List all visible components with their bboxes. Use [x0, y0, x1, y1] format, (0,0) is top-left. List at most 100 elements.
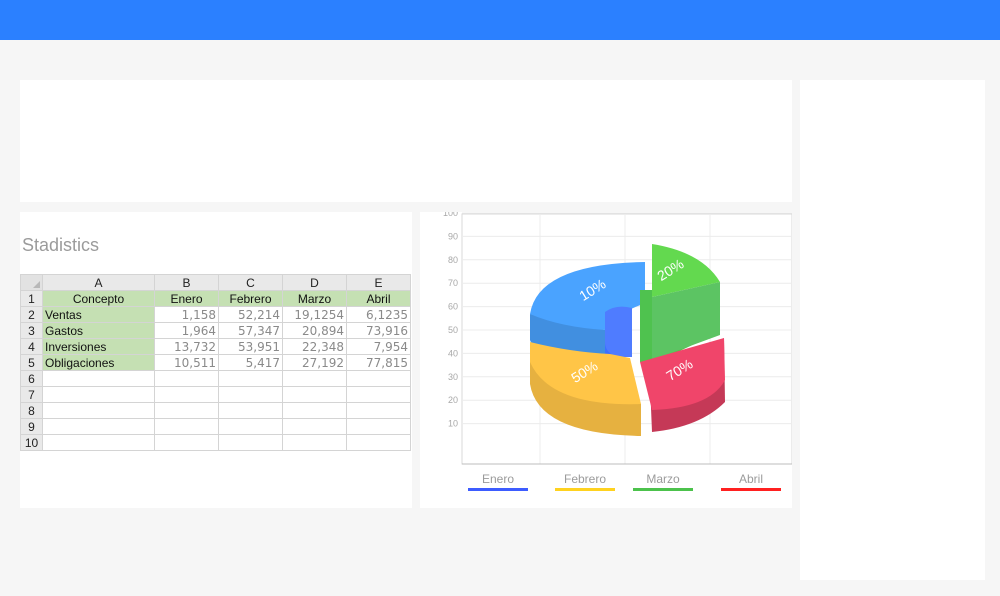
row-header[interactable]: 8 [20, 402, 43, 419]
empty-cell[interactable] [346, 386, 411, 403]
cell-label[interactable]: Gastos [42, 322, 155, 339]
legend-label: Enero [482, 472, 514, 486]
cell-value[interactable]: 57,347 [218, 322, 283, 339]
cell-header-marzo[interactable]: Marzo [282, 290, 347, 307]
y-tick-label: 70 [448, 278, 458, 288]
empty-cell[interactable] [42, 386, 155, 403]
cell-header-concepto[interactable]: Concepto [42, 290, 155, 307]
cell-header-enero[interactable]: Enero [154, 290, 219, 307]
empty-cell[interactable] [282, 434, 347, 451]
empty-cell[interactable] [218, 402, 283, 419]
chart-legend: Enero Febrero Marzo Abril [468, 472, 781, 491]
row-header[interactable]: 2 [20, 306, 43, 323]
y-tick-label: 100 [443, 212, 458, 218]
empty-cell[interactable] [42, 434, 155, 451]
table-row: 3 Gastos 1,964 57,347 20,894 73,916 [20, 322, 411, 339]
cell-value[interactable]: 20,894 [282, 322, 347, 339]
cell-value[interactable]: 1,158 [154, 306, 219, 323]
y-tick-label: 30 [448, 372, 458, 382]
column-header-c[interactable]: C [218, 274, 283, 291]
y-tick-label: 10 [448, 419, 458, 429]
table-row: 6 [20, 370, 411, 387]
legend-label: Abril [739, 472, 763, 486]
cell-value[interactable]: 19,1254 [282, 306, 347, 323]
select-all-corner[interactable] [20, 274, 43, 291]
cell-value[interactable]: 7,954 [346, 338, 411, 355]
cell-value[interactable]: 6,1235 [346, 306, 411, 323]
empty-cell[interactable] [218, 434, 283, 451]
spreadsheet-table: A B C D E 1 Concepto Enero Febrero Marzo… [20, 274, 411, 451]
empty-cell[interactable] [154, 434, 219, 451]
empty-cell[interactable] [42, 370, 155, 387]
column-header-e[interactable]: E [346, 274, 411, 291]
slice-center-enero [605, 306, 632, 357]
row-header[interactable]: 7 [20, 386, 43, 403]
cell-value[interactable]: 10,511 [154, 354, 219, 371]
row-header[interactable]: 9 [20, 418, 43, 435]
row-header[interactable]: 5 [20, 354, 43, 371]
cell-value[interactable]: 53,951 [218, 338, 283, 355]
row-header[interactable]: 4 [20, 338, 43, 355]
empty-cell[interactable] [218, 386, 283, 403]
row-header[interactable]: 3 [20, 322, 43, 339]
cell-header-abril[interactable]: Abril [346, 290, 411, 307]
legend-swatch [468, 488, 528, 491]
table-row: 2 Ventas 1,158 52,214 19,1254 6,1235 [20, 306, 411, 323]
table-row: 8 [20, 402, 411, 419]
empty-cell[interactable] [282, 418, 347, 435]
empty-cell[interactable] [346, 402, 411, 419]
empty-cell[interactable] [154, 402, 219, 419]
y-tick-label: 40 [448, 348, 458, 358]
cell-value[interactable]: 77,815 [346, 354, 411, 371]
empty-cell[interactable] [154, 418, 219, 435]
cell-value[interactable]: 1,964 [154, 322, 219, 339]
row-header[interactable]: 10 [20, 434, 43, 451]
cell-label[interactable]: Inversiones [42, 338, 155, 355]
empty-cell[interactable] [154, 370, 219, 387]
cell-value[interactable]: 13,732 [154, 338, 219, 355]
cell-value[interactable]: 73,916 [346, 322, 411, 339]
legend-swatch [555, 488, 615, 491]
row-header[interactable]: 6 [20, 370, 43, 387]
cell-value[interactable]: 52,214 [218, 306, 283, 323]
table-row: 9 [20, 418, 411, 435]
cell-label[interactable]: Ventas [42, 306, 155, 323]
empty-cell[interactable] [218, 418, 283, 435]
legend-swatch [633, 488, 693, 491]
legend-swatch [721, 488, 781, 491]
cell-value[interactable]: 22,348 [282, 338, 347, 355]
y-tick-label: 20 [448, 395, 458, 405]
column-header-a[interactable]: A [42, 274, 155, 291]
y-tick-label: 60 [448, 302, 458, 312]
right-side-panel [800, 80, 985, 580]
column-header-b[interactable]: B [154, 274, 219, 291]
empty-cell[interactable] [42, 402, 155, 419]
pie-chart: 10 20 30 40 50 60 70 80 90 100 10%20%50% 70% Enero… [443, 208, 793, 491]
empty-cell[interactable] [218, 370, 283, 387]
empty-cell[interactable] [154, 386, 219, 403]
row-header[interactable]: 1 [20, 290, 43, 307]
table-row: 5 Obligaciones 10,511 5,417 27,192 77,81… [20, 354, 411, 371]
spreadsheet-panel: Stadistics A B C D E 1 Concepto Enero Fe… [20, 212, 412, 508]
empty-cell[interactable] [42, 418, 155, 435]
cell-value[interactable]: 27,192 [282, 354, 347, 371]
empty-cell[interactable] [346, 418, 411, 435]
column-header-d[interactable]: D [282, 274, 347, 291]
pie-slices: 10%20%50% 70% [530, 244, 725, 436]
y-tick-label: 50 [448, 325, 458, 335]
empty-cell[interactable] [282, 386, 347, 403]
cell-value[interactable]: 5,417 [218, 354, 283, 371]
legend-label: Febrero [564, 472, 606, 486]
slice-inner-marzo [640, 290, 652, 362]
y-tick-label: 90 [448, 231, 458, 241]
empty-cell[interactable] [346, 370, 411, 387]
table-row: 4 Inversiones 13,732 53,951 22,348 7,954 [20, 338, 411, 355]
empty-cell[interactable] [282, 402, 347, 419]
empty-cell[interactable] [346, 434, 411, 451]
cell-label[interactable]: Obligaciones [42, 354, 155, 371]
top-header-bar [0, 0, 1000, 40]
empty-cell[interactable] [282, 370, 347, 387]
cell-header-febrero[interactable]: Febrero [218, 290, 283, 307]
y-tick-label: 80 [448, 255, 458, 265]
table-row: 10 [20, 434, 411, 451]
